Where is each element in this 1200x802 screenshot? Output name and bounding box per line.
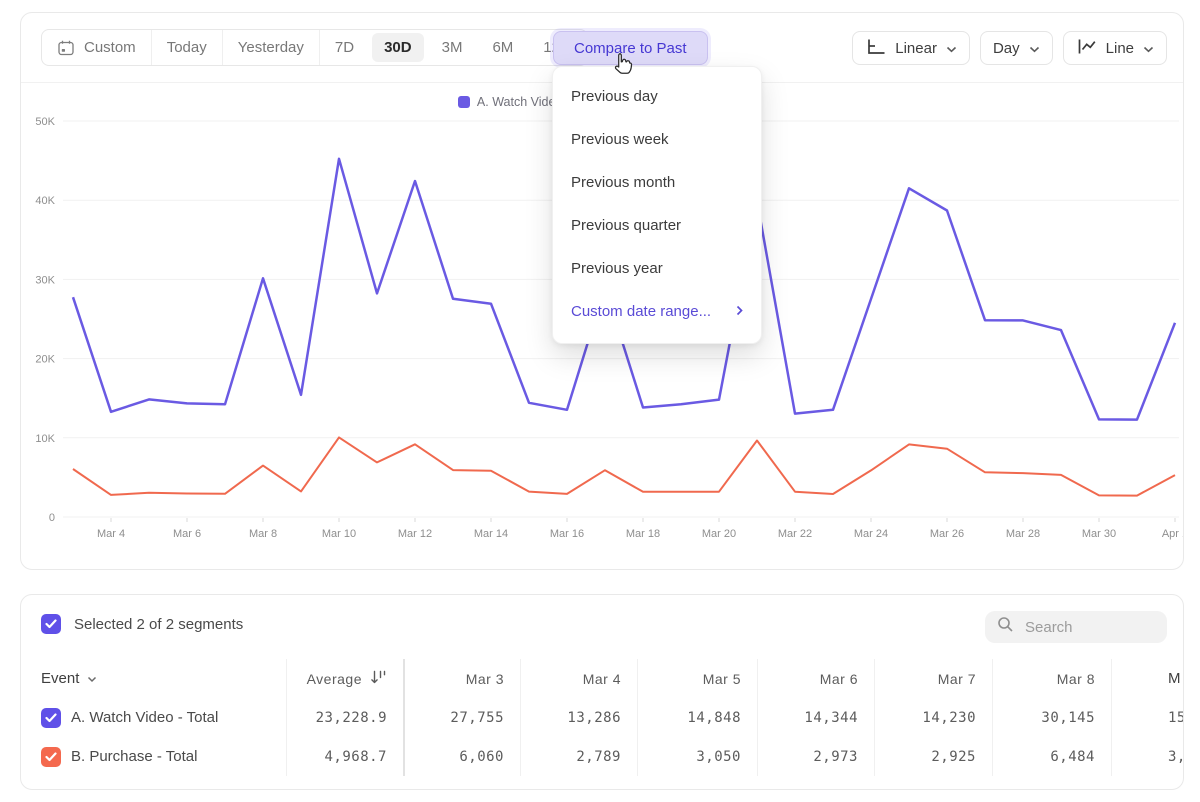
svg-text:Mar 12: Mar 12 [398, 528, 432, 540]
selected-segments-label: Selected 2 of 2 segments [74, 616, 243, 633]
svg-text:Mar 10: Mar 10 [322, 528, 356, 540]
column-header-mar-4[interactable]: Mar 4 [520, 659, 637, 698]
svg-text:Mar 14: Mar 14 [474, 528, 508, 540]
column-header-mar-5[interactable]: Mar 5 [637, 659, 757, 698]
svg-text:Mar 26: Mar 26 [930, 528, 964, 540]
svg-text:Mar 22: Mar 22 [778, 528, 812, 540]
calendar-icon [57, 39, 75, 57]
cell-value: 2,973 [757, 737, 874, 776]
line-chart-icon [1076, 38, 1097, 59]
series-line [73, 437, 1175, 495]
range-30d[interactable]: 30D [369, 30, 427, 65]
average-header-label: Average [307, 671, 362, 687]
interval-select[interactable]: Day [980, 31, 1053, 65]
svg-text:20K: 20K [35, 354, 55, 366]
menu-item-custom-date-range[interactable]: Custom date range... [553, 290, 761, 333]
search-icon [997, 616, 1014, 638]
custom-date-range-label: Custom date range... [571, 303, 711, 320]
svg-text:40K: 40K [35, 195, 55, 207]
select-all-checkbox[interactable] [41, 614, 61, 634]
column-header-mar-8[interactable]: Mar 8 [992, 659, 1111, 698]
cell-average: 4,968.7 [286, 737, 403, 776]
compare-to-past-menu: Previous dayPrevious weekPrevious monthP… [552, 66, 762, 344]
svg-text:Apr 1: Apr 1 [1162, 528, 1183, 540]
selected-segments-row: Selected 2 of 2 segments [41, 614, 243, 634]
cell-value: 15, [1111, 698, 1184, 737]
menu-item-previous-year[interactable]: Previous year [553, 247, 761, 290]
table-row-event[interactable]: B. Purchase - Total [21, 737, 286, 776]
segments-table: Event Average Mar 3Mar 4Mar 5Mar 6Mar 7Mar… [21, 659, 1184, 776]
range-7d[interactable]: 7D [319, 30, 369, 65]
svg-text:0: 0 [49, 512, 55, 524]
table-row-event[interactable]: A. Watch Video - Total [21, 698, 286, 737]
column-header-event[interactable]: Event [21, 659, 286, 698]
menu-item-previous-week[interactable]: Previous week [553, 118, 761, 161]
cell-value: 14,848 [637, 698, 757, 737]
svg-text:Mar 16: Mar 16 [550, 528, 584, 540]
svg-text:Mar 8: Mar 8 [249, 528, 277, 540]
cell-average: 23,228.9 [286, 698, 403, 737]
svg-text:Mar 24: Mar 24 [854, 528, 888, 540]
svg-text:30K: 30K [35, 274, 55, 286]
chart-options-group: Linear Day Line [852, 31, 1167, 65]
cell-value: 13,286 [520, 698, 637, 737]
chart-type-label: Line [1106, 40, 1134, 57]
segments-table-panel: Selected 2 of 2 segments Event Average Mar… [20, 594, 1184, 790]
svg-text:Mar 4: Mar 4 [97, 528, 125, 540]
axis-scale-icon [865, 38, 886, 59]
event-header-label: Event [41, 670, 79, 687]
chevron-down-icon [1143, 40, 1154, 57]
column-header-mar-3[interactable]: Mar 3 [403, 659, 520, 698]
search-input[interactable] [1023, 618, 1155, 637]
cell-value: 6,060 [403, 737, 520, 776]
svg-text:10K: 10K [35, 433, 55, 445]
svg-text:Mar 18: Mar 18 [626, 528, 660, 540]
chevron-down-icon [87, 670, 97, 687]
cell-value: 14,230 [874, 698, 992, 737]
column-header-m[interactable]: M [1111, 659, 1184, 698]
cell-value: 3,050 [637, 737, 757, 776]
scale-select[interactable]: Linear [852, 31, 970, 65]
svg-text:Mar 28: Mar 28 [1006, 528, 1040, 540]
sort-descending-icon [370, 670, 387, 688]
svg-text:Mar 6: Mar 6 [173, 528, 201, 540]
date-range-group: CustomTodayYesterday7D30D3M6M12M [41, 29, 588, 66]
search-box[interactable] [985, 611, 1167, 643]
range-today[interactable]: Today [151, 30, 222, 65]
chevron-down-icon [1029, 40, 1040, 57]
chevron-right-icon [736, 303, 743, 320]
menu-item-previous-quarter[interactable]: Previous quarter [553, 204, 761, 247]
cell-value: 14,344 [757, 698, 874, 737]
range-yesterday[interactable]: Yesterday [222, 30, 319, 65]
range-3m[interactable]: 3M [427, 30, 478, 65]
column-header-mar-7[interactable]: Mar 7 [874, 659, 992, 698]
svg-text:Mar 30: Mar 30 [1082, 528, 1116, 540]
column-header-mar-6[interactable]: Mar 6 [757, 659, 874, 698]
row-label: B. Purchase - Total [71, 748, 197, 765]
hand-cursor-icon [612, 51, 635, 81]
scale-label: Linear [895, 40, 937, 57]
cell-value: 27,755 [403, 698, 520, 737]
menu-item-previous-month[interactable]: Previous month [553, 161, 761, 204]
row-checkbox[interactable] [41, 747, 61, 767]
cell-value: 2,925 [874, 737, 992, 776]
row-checkbox[interactable] [41, 708, 61, 728]
column-header-average[interactable]: Average [286, 659, 403, 698]
chevron-down-icon [946, 40, 957, 57]
svg-text:Mar 20: Mar 20 [702, 528, 736, 540]
legend-swatch [458, 96, 470, 108]
range-6m[interactable]: 6M [477, 30, 528, 65]
cell-value: 3, [1111, 737, 1184, 776]
menu-item-previous-day[interactable]: Previous day [553, 75, 761, 118]
chart-type-select[interactable]: Line [1063, 31, 1167, 65]
svg-text:50K: 50K [35, 116, 55, 128]
range-custom[interactable]: Custom [42, 30, 151, 65]
row-label: A. Watch Video - Total [71, 709, 218, 726]
cell-value: 2,789 [520, 737, 637, 776]
cell-value: 30,145 [992, 698, 1111, 737]
interval-label: Day [993, 40, 1020, 57]
cell-value: 6,484 [992, 737, 1111, 776]
